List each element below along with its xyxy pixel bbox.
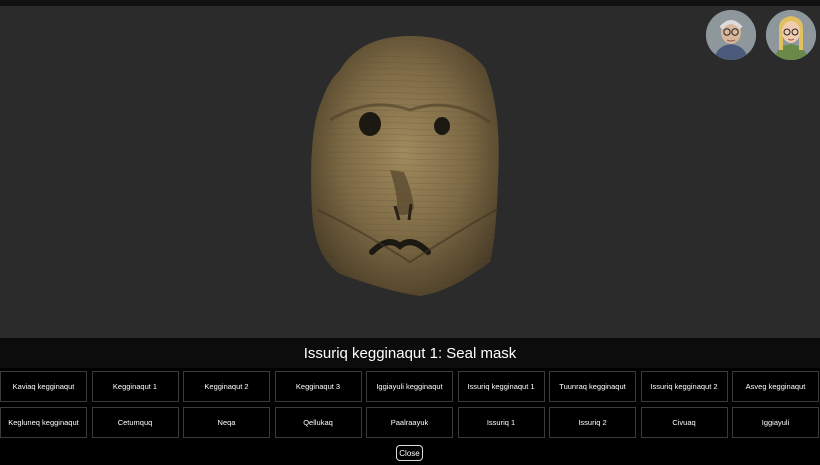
mask-button[interactable]: Iggiayuli	[732, 407, 819, 438]
mask-title: Issuriq kegginaqut 1: Seal mask	[303, 344, 517, 362]
mask-button[interactable]: Kegginaqut 3	[274, 371, 362, 402]
seal-mask-image[interactable]	[300, 30, 516, 298]
mask-viewer[interactable]	[0, 6, 820, 338]
mask-button[interactable]: Qellukaq	[274, 407, 362, 438]
mask-button[interactable]: Issuriq kegginaqut 1	[457, 371, 545, 402]
mask-selector-grid: Kaviaq kegginaqut Kegginaqut 1 Kegginaqu…	[0, 371, 820, 438]
mask-button[interactable]: Paalraayuk	[366, 407, 453, 438]
mask-button[interactable]: Tuunraq kegginaqut	[549, 371, 636, 402]
mask-button[interactable]: Asveg kegginaqut	[732, 371, 819, 402]
mask-button[interactable]: Kaviaq kegginaqut	[0, 371, 87, 402]
close-button[interactable]: Close	[396, 445, 423, 461]
mask-button[interactable]: Kegluneq kegginaqut	[0, 407, 87, 438]
young-narrator-avatar[interactable]	[766, 10, 816, 60]
mask-button[interactable]: Issuriq 2	[549, 407, 636, 438]
mask-button[interactable]: Iggiayuli kegginaqut	[366, 371, 453, 402]
mask-button[interactable]: Kegginaqut 1	[91, 371, 179, 402]
mask-button[interactable]: Issuriq 1	[457, 407, 545, 438]
mask-button[interactable]: Civuaq	[640, 407, 728, 438]
elder-narrator-avatar[interactable]	[706, 10, 756, 60]
mask-button[interactable]: Issuriq kegginaqut 2	[640, 371, 728, 402]
mask-button[interactable]: Kegginaqut 2	[183, 371, 270, 402]
mask-button[interactable]: Cetumquq	[91, 407, 179, 438]
title-bar: Issuriq kegginaqut 1: Seal mask	[0, 338, 820, 368]
mask-button[interactable]: Neqa	[183, 407, 270, 438]
